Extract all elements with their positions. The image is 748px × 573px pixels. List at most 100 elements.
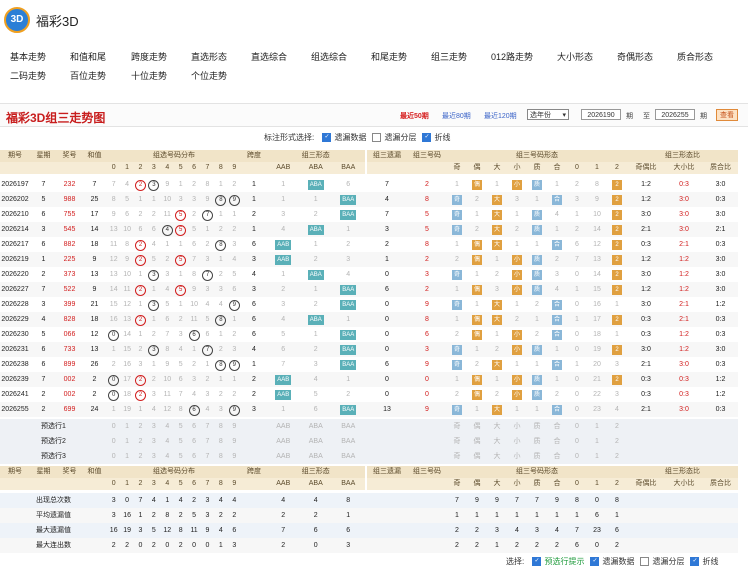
shape-mark: 小 [512,330,522,340]
weekday-cell: 6 [41,241,46,248]
dist-cell: 12 [123,301,131,308]
dist-cell: 4 [125,181,130,188]
stats-row: 出现总次数 3 0 7 4 1 4 2 3 4 4 4 4 8 7 9 9 7 7 9 8 0 8 [0,493,738,508]
digit-header: 6 [187,162,201,174]
shape-cell: 18 [593,331,601,338]
dist-cell: 2 [165,256,170,263]
stats-label: 最大遗漏值 [36,527,71,534]
stats-shape: 6 [595,512,599,519]
ratio-col-header: 大小比 [665,478,703,490]
dist-cell: 7 [165,331,170,338]
form-tag: BAA [340,285,357,295]
shape-cell: 小 [507,177,527,192]
shape-cell: 3 [555,271,559,278]
dist-cell: 3 [232,346,237,353]
stats-dist: 4 [178,497,183,504]
stats-shape: 4 [555,527,559,534]
ratio-cell: 3:0 [679,226,689,233]
weekday-cell: 3 [41,301,46,308]
code-cell: 2 [425,256,429,263]
shape-cell: 2 [575,226,579,233]
miss-cell: 0 [385,271,389,278]
miss-cell: 1 [385,256,389,263]
dist-cell: 3 [165,271,170,278]
form-cell: 4 [346,271,351,278]
number-cell: 066 [63,331,76,338]
shape-cell: 2 [495,346,499,353]
preselect-row: 预选行1 0 1 2 3 4 5 6 7 8 9 AAB ABA BAA 奇 偶 大 小 质 合 0 1 2 [0,419,738,434]
stats-form: 8 [346,497,351,504]
ratio-cell: 3:0 [715,286,726,293]
hit-circle: 8 [215,315,227,326]
dist-cell: 9 [228,402,241,417]
checkbox[interactable]: ✓ [532,557,542,567]
dist-cell: 9 [205,196,210,203]
stats-dist: 0 [138,542,143,549]
shape-header: 组三号码形态 [447,466,627,478]
hit-circle: 9 [228,300,240,311]
dist-cell: 6 [187,402,200,417]
dist-cell: 2 [232,331,237,338]
span-cell: 6 [252,316,256,323]
checkbox[interactable]: ✓ [640,557,650,567]
shape-col-header: 2 [607,162,627,174]
ratio-cell: 0:3 [679,391,689,398]
number-cell: 002 [63,376,76,383]
dist-cell: 19 [123,406,131,413]
hit-circle: 2 [134,390,146,401]
hit-circle: 2 [134,240,146,251]
shape-cell: 3 [615,361,619,368]
shape-cell: 奇 [447,402,467,417]
checkbox[interactable]: ✓ [690,557,700,567]
shape-mark: 合 [552,315,562,325]
shape-cell: 2 [607,177,627,192]
stats-dist: 0 [125,497,130,504]
checkbox-label[interactable]: 遗漏数据 [602,557,634,566]
form-cell: 4 [313,376,318,383]
preselect-digit: 9 [232,438,237,445]
shape-cell: 质 [527,267,547,282]
shape-cell: 2 [607,192,627,207]
hit-circle: 7 [201,345,213,356]
dist-cell: 10 [163,376,172,383]
dist-cell: 1 [218,256,223,263]
form-cell: 3 [281,301,286,308]
code-cell: 8 [425,316,429,323]
span-cell: 1 [252,361,256,368]
ratio-cell: 0:3 [715,316,726,323]
dist-cell: 16 [109,316,118,323]
ratio-header: 组三形态比 [627,150,738,162]
dist-cell: 3 [205,286,210,293]
dist-cell: 3 [192,376,197,383]
shape-cell: 19 [593,346,601,353]
checkbox-label[interactable]: 遗漏分层 [652,557,684,566]
form-tag: AAB [275,240,292,250]
shape-cell: 1 [615,331,619,338]
preselect-digit: 7 [205,438,210,445]
form-cell: 3 [346,256,351,263]
shape-mark: 2 [612,240,622,250]
table-row: 2026228 3 399 21 15 12 1 3 5 1 10 4 4 9 6 3 2 BAA 0 9 奇 1 大 1 2 合… [0,297,738,312]
period-cell: 2026197 [1,181,29,188]
checkbox-label[interactable]: 预选行提示 [544,557,584,566]
shape-cell: 小 [507,282,527,297]
checkbox-label[interactable]: 折线 [702,557,718,566]
shape-cell: 2 [495,391,499,398]
ratio-cell: 3:0 [715,346,726,353]
shape-cell: 2 [607,282,627,297]
shape-cell: 1 [515,241,519,248]
shape-cell: 0 [575,406,579,413]
table-subheader-row: 0 1 2 3 4 5 6 7 8 9 AAB ABA BAA 奇偶大小质合 0 1 2 奇偶比 大小比 质合比 [0,162,738,174]
dist-cell: 15 [123,346,131,353]
checkbox[interactable]: ✓ [590,557,600,567]
form-tag: ABA [307,270,324,280]
preselect-digit: 0 [111,438,116,445]
preselect-digit: 3 [151,438,156,445]
dist-cell: 10 [163,196,172,203]
shape-mark: 小 [512,255,522,265]
form-cell: ABA [300,177,333,192]
sum-header: 和值 [82,466,107,478]
miss-cell: 0 [385,331,389,338]
dist-cell: 1 [178,181,183,188]
dist-cell: 13 [109,226,118,233]
